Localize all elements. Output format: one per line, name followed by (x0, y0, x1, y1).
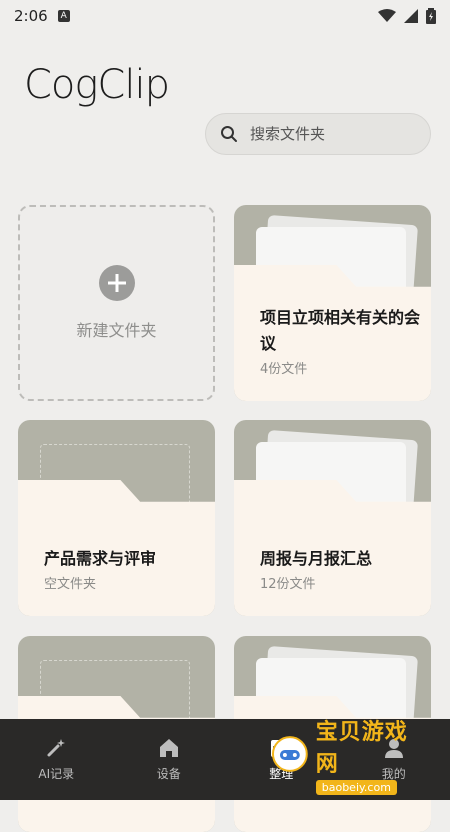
tab-ai-record[interactable]: AI记录 (0, 719, 113, 800)
search-box[interactable] (205, 113, 431, 155)
tab-device[interactable]: 设备 (113, 719, 226, 800)
tab-label: AI记录 (38, 765, 74, 782)
gamepad-icon (270, 734, 310, 774)
folder-count: 4份文件 (260, 358, 307, 377)
status-bar: 2:06 A (0, 0, 450, 32)
home-icon (158, 737, 180, 759)
watermark-title: 宝贝游戏网 (316, 714, 430, 778)
wifi-icon (378, 9, 396, 23)
battery-icon (426, 8, 436, 24)
watermark-url: baobeiy.com (316, 780, 397, 795)
folder-card[interactable]: 产品需求与评审 空文件夹 (18, 420, 215, 616)
app-logo: CogClip (24, 62, 169, 108)
new-folder-label: 新建文件夹 (76, 317, 156, 341)
folder-count: 空文件夹 (44, 573, 96, 592)
folder-card[interactable]: 周报与月报汇总 12份文件 (234, 420, 431, 616)
notification-icon: A (58, 10, 70, 22)
search-icon (220, 125, 238, 143)
folder-card[interactable]: 项目立项相关有关的会议 4份文件 (234, 205, 431, 401)
status-time: 2:06 (14, 7, 48, 25)
magic-wand-icon (45, 737, 67, 759)
folder-count: 12份文件 (260, 573, 316, 592)
folder-title: 产品需求与评审 (44, 546, 204, 572)
watermark: 宝贝游戏网 baobeiy.com (270, 724, 430, 784)
plus-icon (99, 265, 135, 301)
search-input[interactable] (248, 124, 412, 144)
new-folder-card[interactable]: 新建文件夹 (18, 205, 215, 401)
folder-title: 周报与月报汇总 (260, 546, 420, 572)
signal-icon (404, 9, 418, 23)
tab-label: 设备 (157, 765, 181, 782)
folder-title: 项目立项相关有关的会议 (260, 305, 420, 357)
